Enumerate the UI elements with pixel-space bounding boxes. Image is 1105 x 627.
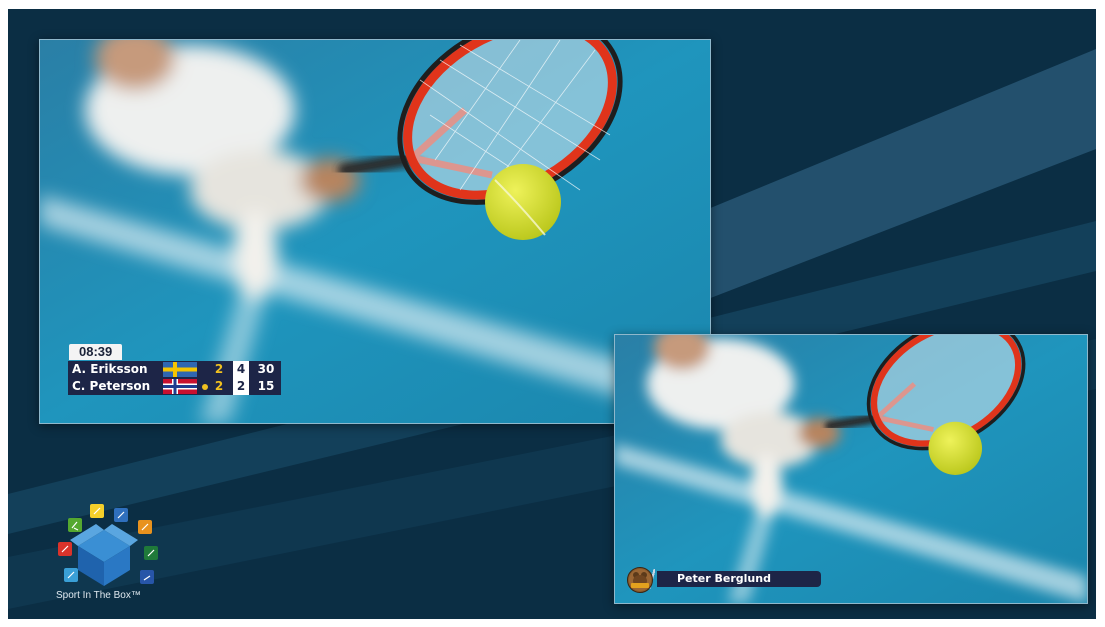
norway-flag-icon (163, 379, 197, 394)
points-score: 15 (257, 379, 275, 393)
tennis-ball-icon (485, 164, 561, 240)
lower-third: Peter Berglund (627, 567, 821, 593)
main-video-frame: 08:39 A. Eriksson 2 4 30 C. Peterson 2 2… (39, 39, 711, 424)
player-name: C. Peterson (72, 379, 151, 393)
sweden-flag-icon (163, 362, 197, 377)
grizzly-team-badge-icon (627, 567, 653, 593)
scoreboard-row-player-1: A. Eriksson 2 4 30 (68, 361, 281, 378)
tennis-scene-image (615, 335, 1087, 603)
player-name: A. Eriksson (72, 362, 148, 376)
serve-indicator-icon (202, 384, 208, 390)
sets-score: 2 (214, 362, 224, 376)
scoreboard: 08:39 A. Eriksson 2 4 30 C. Peterson 2 2… (68, 343, 281, 395)
match-clock: 08:39 (69, 344, 123, 360)
points-score: 30 (257, 362, 275, 376)
scoreboard-row-player-2: C. Peterson 2 2 15 (68, 378, 281, 395)
games-score: 4 (233, 361, 249, 378)
tennis-ball-icon (928, 421, 983, 475)
player-name-label: Peter Berglund (677, 572, 771, 585)
sets-score: 2 (214, 379, 224, 393)
games-score: 2 (233, 378, 249, 395)
brand-name: Sport In The Box™ (56, 590, 141, 601)
broadcast-graphics-stage: 08:39 A. Eriksson 2 4 30 C. Peterson 2 2… (8, 9, 1096, 619)
preview-video-frame: Peter Berglund (614, 334, 1088, 604)
